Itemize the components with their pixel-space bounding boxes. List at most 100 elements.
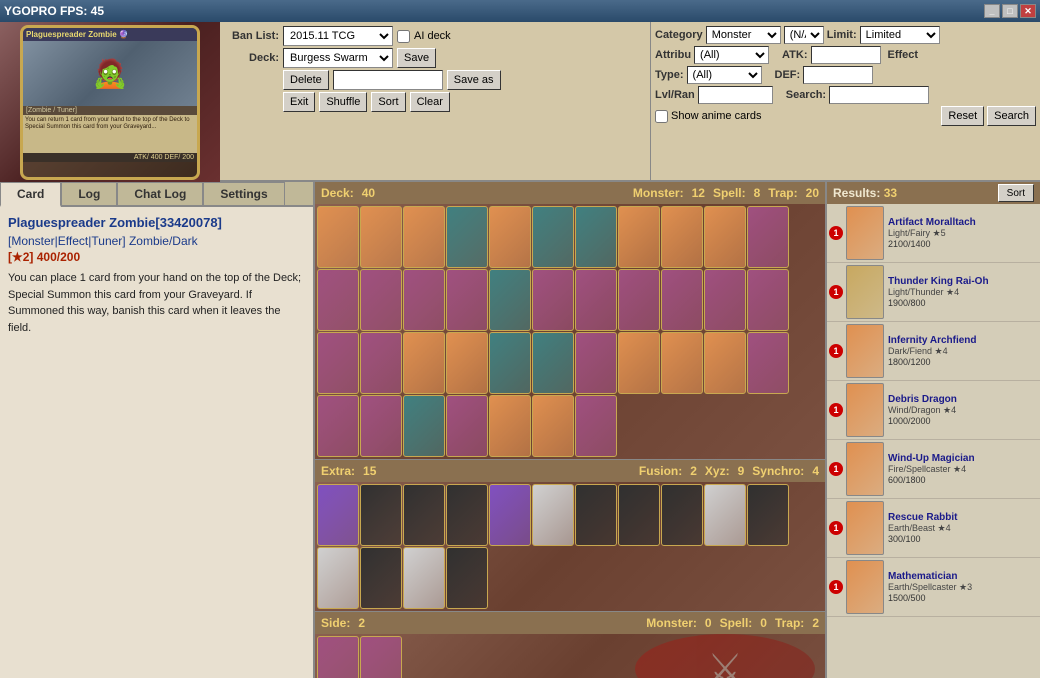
card-art: 🧟 — [23, 41, 197, 106]
main-deck-card[interactable] — [360, 269, 402, 331]
main-deck-card[interactable] — [661, 206, 703, 268]
main-deck-card[interactable] — [317, 269, 359, 331]
extra-deck-card[interactable] — [532, 484, 574, 546]
main-deck-card[interactable] — [403, 395, 445, 457]
main-deck-card[interactable] — [532, 332, 574, 394]
result-item[interactable]: 1Debris DragonWind/Dragon ★41000/2000 — [827, 381, 1040, 440]
main-deck-card[interactable] — [360, 206, 402, 268]
main-deck-card[interactable] — [704, 269, 746, 331]
card-preview-area: Plaguespreader Zombie 🔮 🧟 [Zombie / Tune… — [0, 22, 220, 182]
result-item[interactable]: 1Rescue RabbitEarth/Beast ★4300/100 — [827, 499, 1040, 558]
result-item[interactable]: 1Artifact MoralltachLight/Fairy ★52100/1… — [827, 204, 1040, 263]
main-deck-card[interactable] — [446, 206, 488, 268]
extra-deck-card[interactable] — [317, 547, 359, 609]
search-input[interactable] — [829, 86, 929, 104]
tab-settings[interactable]: Settings — [203, 182, 284, 205]
main-deck-card[interactable] — [618, 332, 660, 394]
main-deck-card[interactable] — [532, 269, 574, 331]
anime-checkbox[interactable] — [655, 110, 668, 123]
lvlrank-label: Lvl/Ran — [655, 89, 695, 101]
main-deck-card[interactable] — [317, 332, 359, 394]
result-item[interactable]: 1Infernity ArchfiendDark/Fiend ★41800/12… — [827, 322, 1040, 381]
lvlrank-input[interactable] — [698, 86, 773, 104]
main-deck-card[interactable] — [446, 395, 488, 457]
reset-button[interactable]: Reset — [941, 106, 984, 126]
result-item[interactable]: 1MathematicianEarth/Spellcaster ★31500/5… — [827, 558, 1040, 617]
ai-deck-checkbox[interactable] — [397, 30, 410, 43]
attrib-select[interactable]: (All) — [694, 46, 769, 64]
extra-deck-card[interactable] — [575, 484, 617, 546]
main-deck-card[interactable] — [489, 332, 531, 394]
deck-select[interactable]: Burgess Swarm — [283, 48, 393, 68]
main-deck-card[interactable] — [317, 395, 359, 457]
atk-input[interactable] — [811, 46, 881, 64]
tab-card[interactable]: Card — [0, 182, 61, 207]
extra-deck-card[interactable] — [403, 484, 445, 546]
main-deck-card[interactable] — [317, 206, 359, 268]
saveas-button[interactable]: Save as — [447, 70, 501, 90]
extra-deck-card[interactable] — [446, 547, 488, 609]
exit-button[interactable]: Exit — [283, 92, 315, 112]
results-sort-button[interactable]: Sort — [998, 184, 1034, 202]
limit-select[interactable]: Limited — [860, 26, 940, 44]
main-deck-card[interactable] — [446, 332, 488, 394]
extra-deck-card[interactable] — [704, 484, 746, 546]
main-deck-card[interactable] — [575, 332, 617, 394]
main-deck-card[interactable] — [575, 395, 617, 457]
extra-deck-card[interactable] — [618, 484, 660, 546]
main-deck-card[interactable] — [618, 206, 660, 268]
deck-name-input[interactable] — [333, 70, 443, 90]
def-input[interactable] — [803, 66, 873, 84]
main-deck-card[interactable] — [661, 332, 703, 394]
main-deck-card[interactable] — [403, 206, 445, 268]
main-deck-card[interactable] — [360, 395, 402, 457]
main-deck-card[interactable] — [747, 332, 789, 394]
main-deck-card[interactable] — [575, 269, 617, 331]
type-select[interactable]: (All) — [687, 66, 762, 84]
result-item[interactable]: 1Thunder King Rai-OhLight/Thunder ★41900… — [827, 263, 1040, 322]
banlist-select[interactable]: 2015.11 TCG — [283, 26, 393, 46]
shuffle-button[interactable]: Shuffle — [319, 92, 367, 112]
main-deck-card[interactable] — [618, 269, 660, 331]
sort-deck-button[interactable]: Sort — [371, 92, 405, 112]
na-select[interactable]: (N/A) — [784, 26, 824, 44]
window-controls[interactable]: _ □ ✕ — [984, 4, 1036, 18]
save-button[interactable]: Save — [397, 48, 436, 68]
delete-button[interactable]: Delete — [283, 70, 329, 90]
extra-deck-card[interactable] — [489, 484, 531, 546]
main-deck-card[interactable] — [747, 206, 789, 268]
main-deck-card[interactable] — [704, 332, 746, 394]
extra-deck-card[interactable] — [747, 484, 789, 546]
main-deck-card[interactable] — [704, 206, 746, 268]
minimize-button[interactable]: _ — [984, 4, 1000, 18]
tab-chatlog[interactable]: Chat Log — [117, 182, 203, 205]
search-button[interactable]: Search — [987, 106, 1036, 126]
main-deck-card[interactable] — [532, 206, 574, 268]
close-button[interactable]: ✕ — [1020, 4, 1036, 18]
tab-log[interactable]: Log — [61, 182, 117, 205]
main-deck-card[interactable] — [403, 269, 445, 331]
extra-deck-card[interactable] — [446, 484, 488, 546]
extra-deck-card[interactable] — [360, 484, 402, 546]
main-deck-card[interactable] — [489, 395, 531, 457]
extra-deck-card[interactable] — [661, 484, 703, 546]
side-deck-card[interactable] — [317, 636, 359, 678]
main-deck-card[interactable] — [360, 332, 402, 394]
main-deck-card[interactable] — [532, 395, 574, 457]
extra-deck-card[interactable] — [403, 547, 445, 609]
clear-button[interactable]: Clear — [410, 92, 450, 112]
main-deck-card[interactable] — [661, 269, 703, 331]
category-select[interactable]: Monster — [706, 26, 781, 44]
maximize-button[interactable]: □ — [1002, 4, 1018, 18]
extra-deck-card[interactable] — [317, 484, 359, 546]
main-deck-card[interactable] — [489, 269, 531, 331]
main-deck-card[interactable] — [747, 269, 789, 331]
main-deck-card[interactable] — [446, 269, 488, 331]
main-deck-card[interactable] — [575, 206, 617, 268]
level-badge: 1 — [829, 462, 843, 476]
main-deck-card[interactable] — [403, 332, 445, 394]
main-deck-card[interactable] — [489, 206, 531, 268]
extra-deck-card[interactable] — [360, 547, 402, 609]
side-deck-card[interactable] — [360, 636, 402, 678]
result-item[interactable]: 1Wind-Up MagicianFire/Spellcaster ★4600/… — [827, 440, 1040, 499]
